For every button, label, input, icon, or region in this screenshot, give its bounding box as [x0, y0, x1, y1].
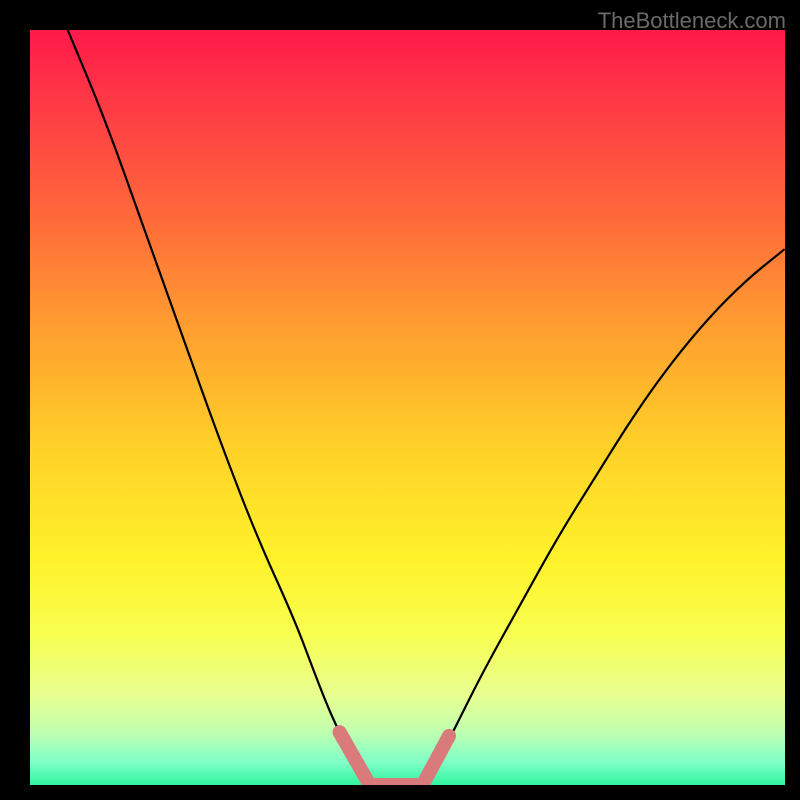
right-curve-path: [423, 249, 785, 785]
marker-right: [423, 736, 449, 785]
plot-area: [30, 30, 785, 785]
curve-layer: [30, 30, 785, 785]
left-curve-path: [68, 30, 370, 785]
watermark-text: TheBottleneck.com: [598, 8, 786, 34]
marker-left: [340, 732, 370, 785]
